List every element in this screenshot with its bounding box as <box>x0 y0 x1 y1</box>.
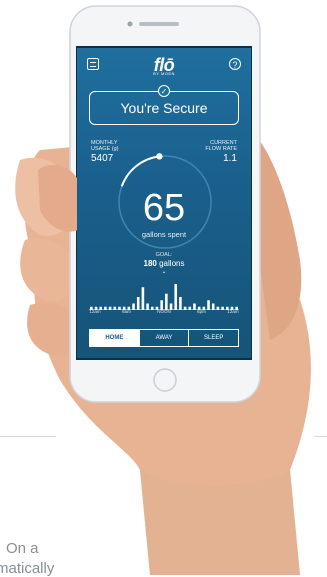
axis-tick-label: 12am <box>89 309 101 314</box>
goal-number: 180 <box>143 259 157 268</box>
phone-screen: flō BY MOEN ? You're Secure ✓ MONTHLY US… <box>77 48 251 358</box>
usage-bar <box>141 287 145 310</box>
goal-unit: gallons <box>159 259 185 268</box>
flow-rate-value: 1.1 <box>223 153 237 164</box>
gallons-spent-value: 65 <box>142 187 186 229</box>
help-icon[interactable]: ? <box>229 58 241 70</box>
mode-home-button[interactable]: HOME <box>90 330 139 346</box>
mode-selector: HOME AWAY SLEEP <box>89 329 239 347</box>
gauge-progress-arc <box>120 155 160 187</box>
usage-bar <box>174 284 178 310</box>
chevron-down-icon[interactable]: ⌄ <box>77 268 251 275</box>
goal-label: GOAL: <box>155 252 173 258</box>
monthly-usage-value: 5407 <box>91 153 114 164</box>
gauge-progress-dot <box>156 153 163 160</box>
axis-tick-label: 6pm <box>197 309 206 314</box>
axis-tick-label: 6am <box>122 309 131 314</box>
body-text-line1: On a <box>6 540 39 557</box>
app-logo-subtitle: BY MOEN <box>153 71 175 76</box>
divider-left <box>0 436 56 437</box>
hourly-usage-chart <box>89 284 239 310</box>
usage-chart-axis: 12am 6am NOON 6pm 12am <box>89 309 239 317</box>
goal-value[interactable]: 180 gallons <box>77 259 251 268</box>
axis-tick-label: NOON <box>157 309 171 314</box>
divider-right <box>314 436 327 437</box>
axis-tick-label: 12am <box>227 309 239 314</box>
top-bar: flō BY MOEN ? <box>77 48 251 78</box>
mode-away-button[interactable]: AWAY <box>138 330 189 346</box>
usage-bar <box>165 293 168 310</box>
body-text-line2: matically <box>0 560 55 577</box>
mode-sleep-button[interactable]: SLEEP <box>188 330 238 346</box>
gallons-spent-label: gallons spent <box>141 230 187 239</box>
check-icon: ✓ <box>158 85 170 97</box>
